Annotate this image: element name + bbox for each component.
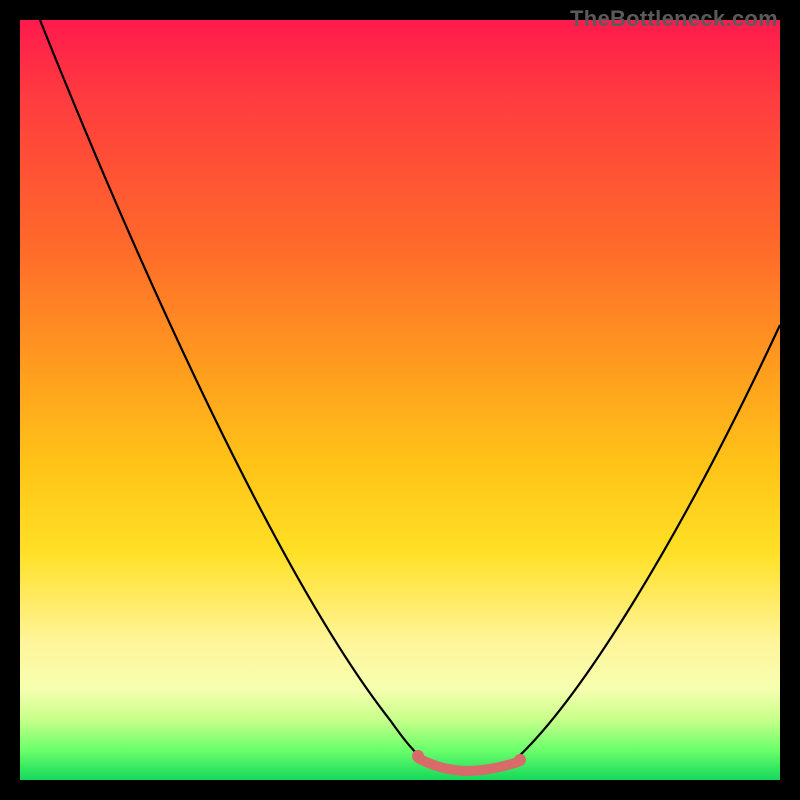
minimum-dot-right <box>514 754 526 766</box>
minimum-band <box>418 758 518 771</box>
watermark-text: TheBottleneck.com <box>570 6 778 32</box>
curve-path <box>40 20 780 768</box>
minimum-dot-left <box>412 750 424 762</box>
plot-area <box>20 20 780 780</box>
bottleneck-curve <box>20 20 780 780</box>
chart-frame: TheBottleneck.com <box>0 0 800 800</box>
